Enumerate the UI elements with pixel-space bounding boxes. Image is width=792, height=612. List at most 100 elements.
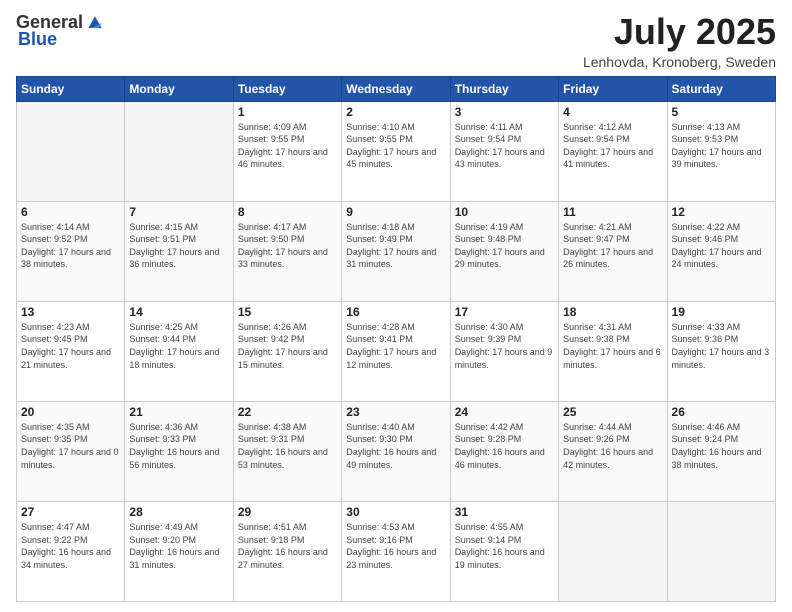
day-number: 5: [672, 105, 771, 119]
day-number: 13: [21, 305, 120, 319]
table-row: 11 Sunrise: 4:21 AMSunset: 9:47 PMDayligh…: [559, 201, 667, 301]
day-number: 25: [563, 405, 662, 419]
table-row: 20 Sunrise: 4:35 AMSunset: 9:35 PMDayligh…: [17, 401, 125, 501]
table-row: 16Sunrise: 4:28 AMSunset: 9:41 PMDayligh…: [342, 301, 450, 401]
day-info: Sunrise: 4:35 AMSunset: 9:35 PMDaylight:…: [21, 421, 120, 471]
day-number: 19: [672, 305, 771, 319]
day-number: 26: [672, 405, 771, 419]
title-block: July 2025 Lenhovda, Kronoberg, Sweden: [583, 12, 776, 70]
calendar-week-row: 6Sunrise: 4:14 AMSunset: 9:52 PMDaylight…: [17, 201, 776, 301]
col-tuesday: Tuesday: [233, 76, 341, 101]
day-info: Sunrise: 4:31 AMSunset: 9:38 PMDaylight:…: [563, 321, 662, 371]
col-friday: Friday: [559, 76, 667, 101]
day-number: 27: [21, 505, 120, 519]
table-row: 28 Sunrise: 4:49 AMSunset: 9:20 PMDayligh…: [125, 501, 233, 601]
day-info: Sunrise: 4:28 AMSunset: 9:41 PMDaylight:…: [346, 321, 445, 371]
table-row: 8 Sunrise: 4:17 AMSunset: 9:50 PMDaylight…: [233, 201, 341, 301]
day-number: 1: [238, 105, 337, 119]
table-row: 23Sunrise: 4:40 AMSunset: 9:30 PMDayligh…: [342, 401, 450, 501]
day-info: Sunrise: 4:10 AMSunset: 9:55 PMDaylight:…: [346, 121, 445, 171]
day-number: 21: [129, 405, 228, 419]
day-number: 20: [21, 405, 120, 419]
day-number: 31: [455, 505, 554, 519]
table-row: 14 Sunrise: 4:25 AMSunset: 9:44 PMDayligh…: [125, 301, 233, 401]
col-wednesday: Wednesday: [342, 76, 450, 101]
table-row: 31 Sunrise: 4:55 AMSunset: 9:14 PMDayligh…: [450, 501, 558, 601]
day-number: 29: [238, 505, 337, 519]
day-number: 15: [238, 305, 337, 319]
table-row: 6Sunrise: 4:14 AMSunset: 9:52 PMDaylight…: [17, 201, 125, 301]
header: General Blue July 2025 Lenhovda, Kronobe…: [16, 12, 776, 70]
location: Lenhovda, Kronoberg, Sweden: [583, 54, 776, 70]
day-info: Sunrise: 4:49 AMSunset: 9:20 PMDaylight:…: [129, 521, 228, 571]
day-number: 8: [238, 205, 337, 219]
col-saturday: Saturday: [667, 76, 775, 101]
day-number: 10: [455, 205, 554, 219]
day-number: 22: [238, 405, 337, 419]
table-row: 12 Sunrise: 4:22 AMSunset: 9:46 PMDayligh…: [667, 201, 775, 301]
logo-blue-text: Blue: [18, 29, 57, 49]
day-info: Sunrise: 4:51 AMSunset: 9:18 PMDaylight:…: [238, 521, 337, 571]
day-info: Sunrise: 4:46 AMSunset: 9:24 PMDaylight:…: [672, 421, 771, 471]
day-number: 12: [672, 205, 771, 219]
day-info: Sunrise: 4:47 AMSunset: 9:22 PMDaylight:…: [21, 521, 120, 571]
table-row: 10 Sunrise: 4:19 AMSunset: 9:48 PMDayligh…: [450, 201, 558, 301]
calendar-week-row: 1 Sunrise: 4:09 AMSunset: 9:55 PMDaylight…: [17, 101, 776, 201]
day-info: Sunrise: 4:09 AMSunset: 9:55 PMDaylight:…: [238, 121, 337, 171]
day-info: Sunrise: 4:13 AMSunset: 9:53 PMDaylight:…: [672, 121, 771, 171]
table-row: 21Sunrise: 4:36 AMSunset: 9:33 PMDayligh…: [125, 401, 233, 501]
day-info: Sunrise: 4:30 AMSunset: 9:39 PMDaylight:…: [455, 321, 554, 371]
header-row: Sunday Monday Tuesday Wednesday Thursday…: [17, 76, 776, 101]
calendar-table: Sunday Monday Tuesday Wednesday Thursday…: [16, 76, 776, 602]
day-number: 14: [129, 305, 228, 319]
col-sunday: Sunday: [17, 76, 125, 101]
day-info: Sunrise: 4:22 AMSunset: 9:46 PMDaylight:…: [672, 221, 771, 271]
col-monday: Monday: [125, 76, 233, 101]
table-row: 27 Sunrise: 4:47 AMSunset: 9:22 PMDayligh…: [17, 501, 125, 601]
month-title: July 2025: [583, 12, 776, 52]
table-row: 15 Sunrise: 4:26 AMSunset: 9:42 PMDayligh…: [233, 301, 341, 401]
day-info: Sunrise: 4:53 AMSunset: 9:16 PMDaylight:…: [346, 521, 445, 571]
day-info: Sunrise: 4:11 AMSunset: 9:54 PMDaylight:…: [455, 121, 554, 171]
day-number: 30: [346, 505, 445, 519]
table-row: 2 Sunrise: 4:10 AMSunset: 9:55 PMDaylight…: [342, 101, 450, 201]
table-row: [559, 501, 667, 601]
day-number: 18: [563, 305, 662, 319]
day-info: Sunrise: 4:18 AMSunset: 9:49 PMDaylight:…: [346, 221, 445, 271]
day-info: Sunrise: 4:38 AMSunset: 9:31 PMDaylight:…: [238, 421, 337, 471]
day-info: Sunrise: 4:44 AMSunset: 9:26 PMDaylight:…: [563, 421, 662, 471]
day-info: Sunrise: 4:55 AMSunset: 9:14 PMDaylight:…: [455, 521, 554, 571]
table-row: 9Sunrise: 4:18 AMSunset: 9:49 PMDaylight…: [342, 201, 450, 301]
day-info: Sunrise: 4:17 AMSunset: 9:50 PMDaylight:…: [238, 221, 337, 271]
day-info: Sunrise: 4:40 AMSunset: 9:30 PMDaylight:…: [346, 421, 445, 471]
table-row: 25 Sunrise: 4:44 AMSunset: 9:26 PMDayligh…: [559, 401, 667, 501]
day-info: Sunrise: 4:12 AMSunset: 9:54 PMDaylight:…: [563, 121, 662, 171]
day-info: Sunrise: 4:26 AMSunset: 9:42 PMDaylight:…: [238, 321, 337, 371]
day-number: 4: [563, 105, 662, 119]
table-row: [125, 101, 233, 201]
table-row: 5 Sunrise: 4:13 AMSunset: 9:53 PMDaylight…: [667, 101, 775, 201]
table-row: 17Sunrise: 4:30 AMSunset: 9:39 PMDayligh…: [450, 301, 558, 401]
table-row: 18 Sunrise: 4:31 AMSunset: 9:38 PMDayligh…: [559, 301, 667, 401]
day-info: Sunrise: 4:21 AMSunset: 9:47 PMDaylight:…: [563, 221, 662, 271]
day-number: 11: [563, 205, 662, 219]
day-info: Sunrise: 4:25 AMSunset: 9:44 PMDaylight:…: [129, 321, 228, 371]
day-number: 3: [455, 105, 554, 119]
table-row: [17, 101, 125, 201]
table-row: 7Sunrise: 4:15 AMSunset: 9:51 PMDaylight…: [125, 201, 233, 301]
table-row: 22 Sunrise: 4:38 AMSunset: 9:31 PMDayligh…: [233, 401, 341, 501]
calendar-week-row: 13 Sunrise: 4:23 AMSunset: 9:45 PMDayligh…: [17, 301, 776, 401]
table-row: 24Sunrise: 4:42 AMSunset: 9:28 PMDayligh…: [450, 401, 558, 501]
logo: General Blue: [16, 12, 105, 50]
table-row: 30 Sunrise: 4:53 AMSunset: 9:16 PMDayligh…: [342, 501, 450, 601]
table-row: 4 Sunrise: 4:12 AMSunset: 9:54 PMDaylight…: [559, 101, 667, 201]
col-thursday: Thursday: [450, 76, 558, 101]
day-number: 28: [129, 505, 228, 519]
day-number: 7: [129, 205, 228, 219]
calendar-week-row: 27 Sunrise: 4:47 AMSunset: 9:22 PMDayligh…: [17, 501, 776, 601]
table-row: 3 Sunrise: 4:11 AMSunset: 9:54 PMDaylight…: [450, 101, 558, 201]
day-info: Sunrise: 4:14 AMSunset: 9:52 PMDaylight:…: [21, 221, 120, 271]
day-info: Sunrise: 4:23 AMSunset: 9:45 PMDaylight:…: [21, 321, 120, 371]
day-info: Sunrise: 4:19 AMSunset: 9:48 PMDaylight:…: [455, 221, 554, 271]
day-number: 2: [346, 105, 445, 119]
